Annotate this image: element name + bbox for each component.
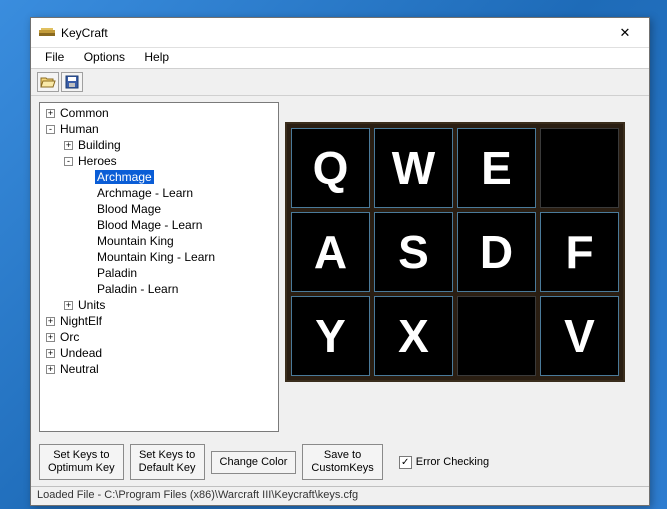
key-label: A	[314, 225, 347, 279]
key-cell[interactable]: S	[374, 212, 453, 292]
tree-item[interactable]: Mountain King - Learn	[40, 249, 278, 265]
unit-tree[interactable]: +Common-Human+Building-HeroesArchmageArc…	[39, 102, 279, 432]
error-checking-label: Error Checking	[416, 456, 489, 468]
menu-file[interactable]: File	[37, 48, 72, 66]
key-cell[interactable]: Q	[291, 128, 370, 208]
tree-item[interactable]: Blood Mage - Learn	[40, 217, 278, 233]
key-cell[interactable]	[540, 128, 619, 208]
tree-item[interactable]: +Orc	[40, 329, 278, 345]
key-label: W	[392, 141, 435, 195]
tree-item[interactable]: -Human	[40, 121, 278, 137]
toolbar	[31, 69, 649, 96]
tree-item[interactable]: Archmage	[40, 169, 278, 185]
save-customkeys-button[interactable]: Save to CustomKeys	[302, 444, 382, 480]
app-icon	[39, 27, 55, 39]
key-cell[interactable]: W	[374, 128, 453, 208]
collapse-icon[interactable]: -	[46, 125, 55, 134]
tree-item[interactable]: +Building	[40, 137, 278, 153]
tree-item-label: Mountain King	[95, 234, 176, 248]
tree-item-label: Units	[76, 298, 107, 312]
tree-item-label: Archmage - Learn	[95, 186, 195, 200]
key-cell[interactable]	[457, 296, 536, 376]
menu-help[interactable]: Help	[136, 48, 177, 66]
tree-item[interactable]: +Common	[40, 105, 278, 121]
key-label: Y	[315, 309, 346, 363]
tree-item-label: Blood Mage - Learn	[95, 218, 204, 232]
tree-item-label: Human	[58, 122, 101, 136]
change-color-button[interactable]: Change Color	[211, 451, 297, 474]
expand-icon[interactable]: +	[46, 349, 55, 358]
optimum-key-button[interactable]: Set Keys to Optimum Key	[39, 444, 124, 480]
tree-item-label: Orc	[58, 330, 81, 344]
key-cell[interactable]: E	[457, 128, 536, 208]
key-label: Q	[313, 141, 349, 195]
expand-icon[interactable]: +	[46, 109, 55, 118]
key-cell[interactable]: D	[457, 212, 536, 292]
app-window: KeyCraft ✕ File Options Help +Common-Hum…	[30, 17, 650, 506]
tree-item[interactable]: +Undead	[40, 345, 278, 361]
key-label: E	[481, 141, 512, 195]
key-cell[interactable]: F	[540, 212, 619, 292]
check-icon: ✓	[401, 457, 409, 468]
expand-icon[interactable]: +	[64, 301, 73, 310]
default-key-button[interactable]: Set Keys to Default Key	[130, 444, 205, 480]
close-button[interactable]: ✕	[605, 19, 645, 47]
tree-item[interactable]: Paladin - Learn	[40, 281, 278, 297]
tree-item-label: Neutral	[58, 362, 101, 376]
tree-item-label: Building	[76, 138, 123, 152]
open-button[interactable]	[37, 72, 59, 92]
tree-item-label: Common	[58, 106, 111, 120]
tree-item-label: NightElf	[58, 314, 104, 328]
key-cell[interactable]: X	[374, 296, 453, 376]
tree-item-label: Undead	[58, 346, 104, 360]
tree-item-label: Blood Mage	[95, 202, 163, 216]
key-label: V	[564, 309, 595, 363]
menu-options[interactable]: Options	[76, 48, 133, 66]
error-checking-wrap: ✓ Error Checking	[399, 456, 489, 469]
keygrid-panel: QWE ASDF YX V	[285, 102, 641, 432]
tree-item[interactable]: Mountain King	[40, 233, 278, 249]
tree-item[interactable]: +NightElf	[40, 313, 278, 329]
key-cell[interactable]: Y	[291, 296, 370, 376]
key-label: D	[480, 225, 513, 279]
key-cell[interactable]: V	[540, 296, 619, 376]
key-label: X	[398, 309, 429, 363]
collapse-icon[interactable]: -	[64, 157, 73, 166]
window-title: KeyCraft	[61, 26, 605, 40]
error-checking-checkbox[interactable]: ✓	[399, 456, 412, 469]
tree-item[interactable]: Blood Mage	[40, 201, 278, 217]
expand-icon[interactable]: +	[46, 333, 55, 342]
close-icon: ✕	[620, 25, 631, 41]
key-grid: QWE ASDF YX V	[285, 122, 625, 382]
tree-item-label: Archmage	[95, 170, 154, 184]
status-bar: Loaded File - C:\Program Files (x86)\War…	[31, 486, 649, 505]
tree-item[interactable]: -Heroes	[40, 153, 278, 169]
key-label: S	[398, 225, 429, 279]
tree-item[interactable]: +Units	[40, 297, 278, 313]
expand-icon[interactable]: +	[64, 141, 73, 150]
open-icon	[40, 75, 56, 89]
tree-item-label: Paladin - Learn	[95, 282, 180, 296]
save-icon	[65, 75, 79, 89]
titlebar: KeyCraft ✕	[31, 18, 649, 48]
tree-item-label: Mountain King - Learn	[95, 250, 217, 264]
tree-item[interactable]: Archmage - Learn	[40, 185, 278, 201]
save-button[interactable]	[61, 72, 83, 92]
status-text: Loaded File - C:\Program Files (x86)\War…	[37, 489, 358, 501]
menubar: File Options Help	[31, 48, 649, 69]
expand-icon[interactable]: +	[46, 317, 55, 326]
key-cell[interactable]: A	[291, 212, 370, 292]
button-row: Set Keys to Optimum Key Set Keys to Defa…	[31, 438, 649, 486]
tree-item[interactable]: Paladin	[40, 265, 278, 281]
main-area: +Common-Human+Building-HeroesArchmageArc…	[31, 96, 649, 438]
tree-item[interactable]: +Neutral	[40, 361, 278, 377]
tree-item-label: Heroes	[76, 154, 119, 168]
tree-item-label: Paladin	[95, 266, 139, 280]
key-label: F	[565, 225, 593, 279]
expand-icon[interactable]: +	[46, 365, 55, 374]
